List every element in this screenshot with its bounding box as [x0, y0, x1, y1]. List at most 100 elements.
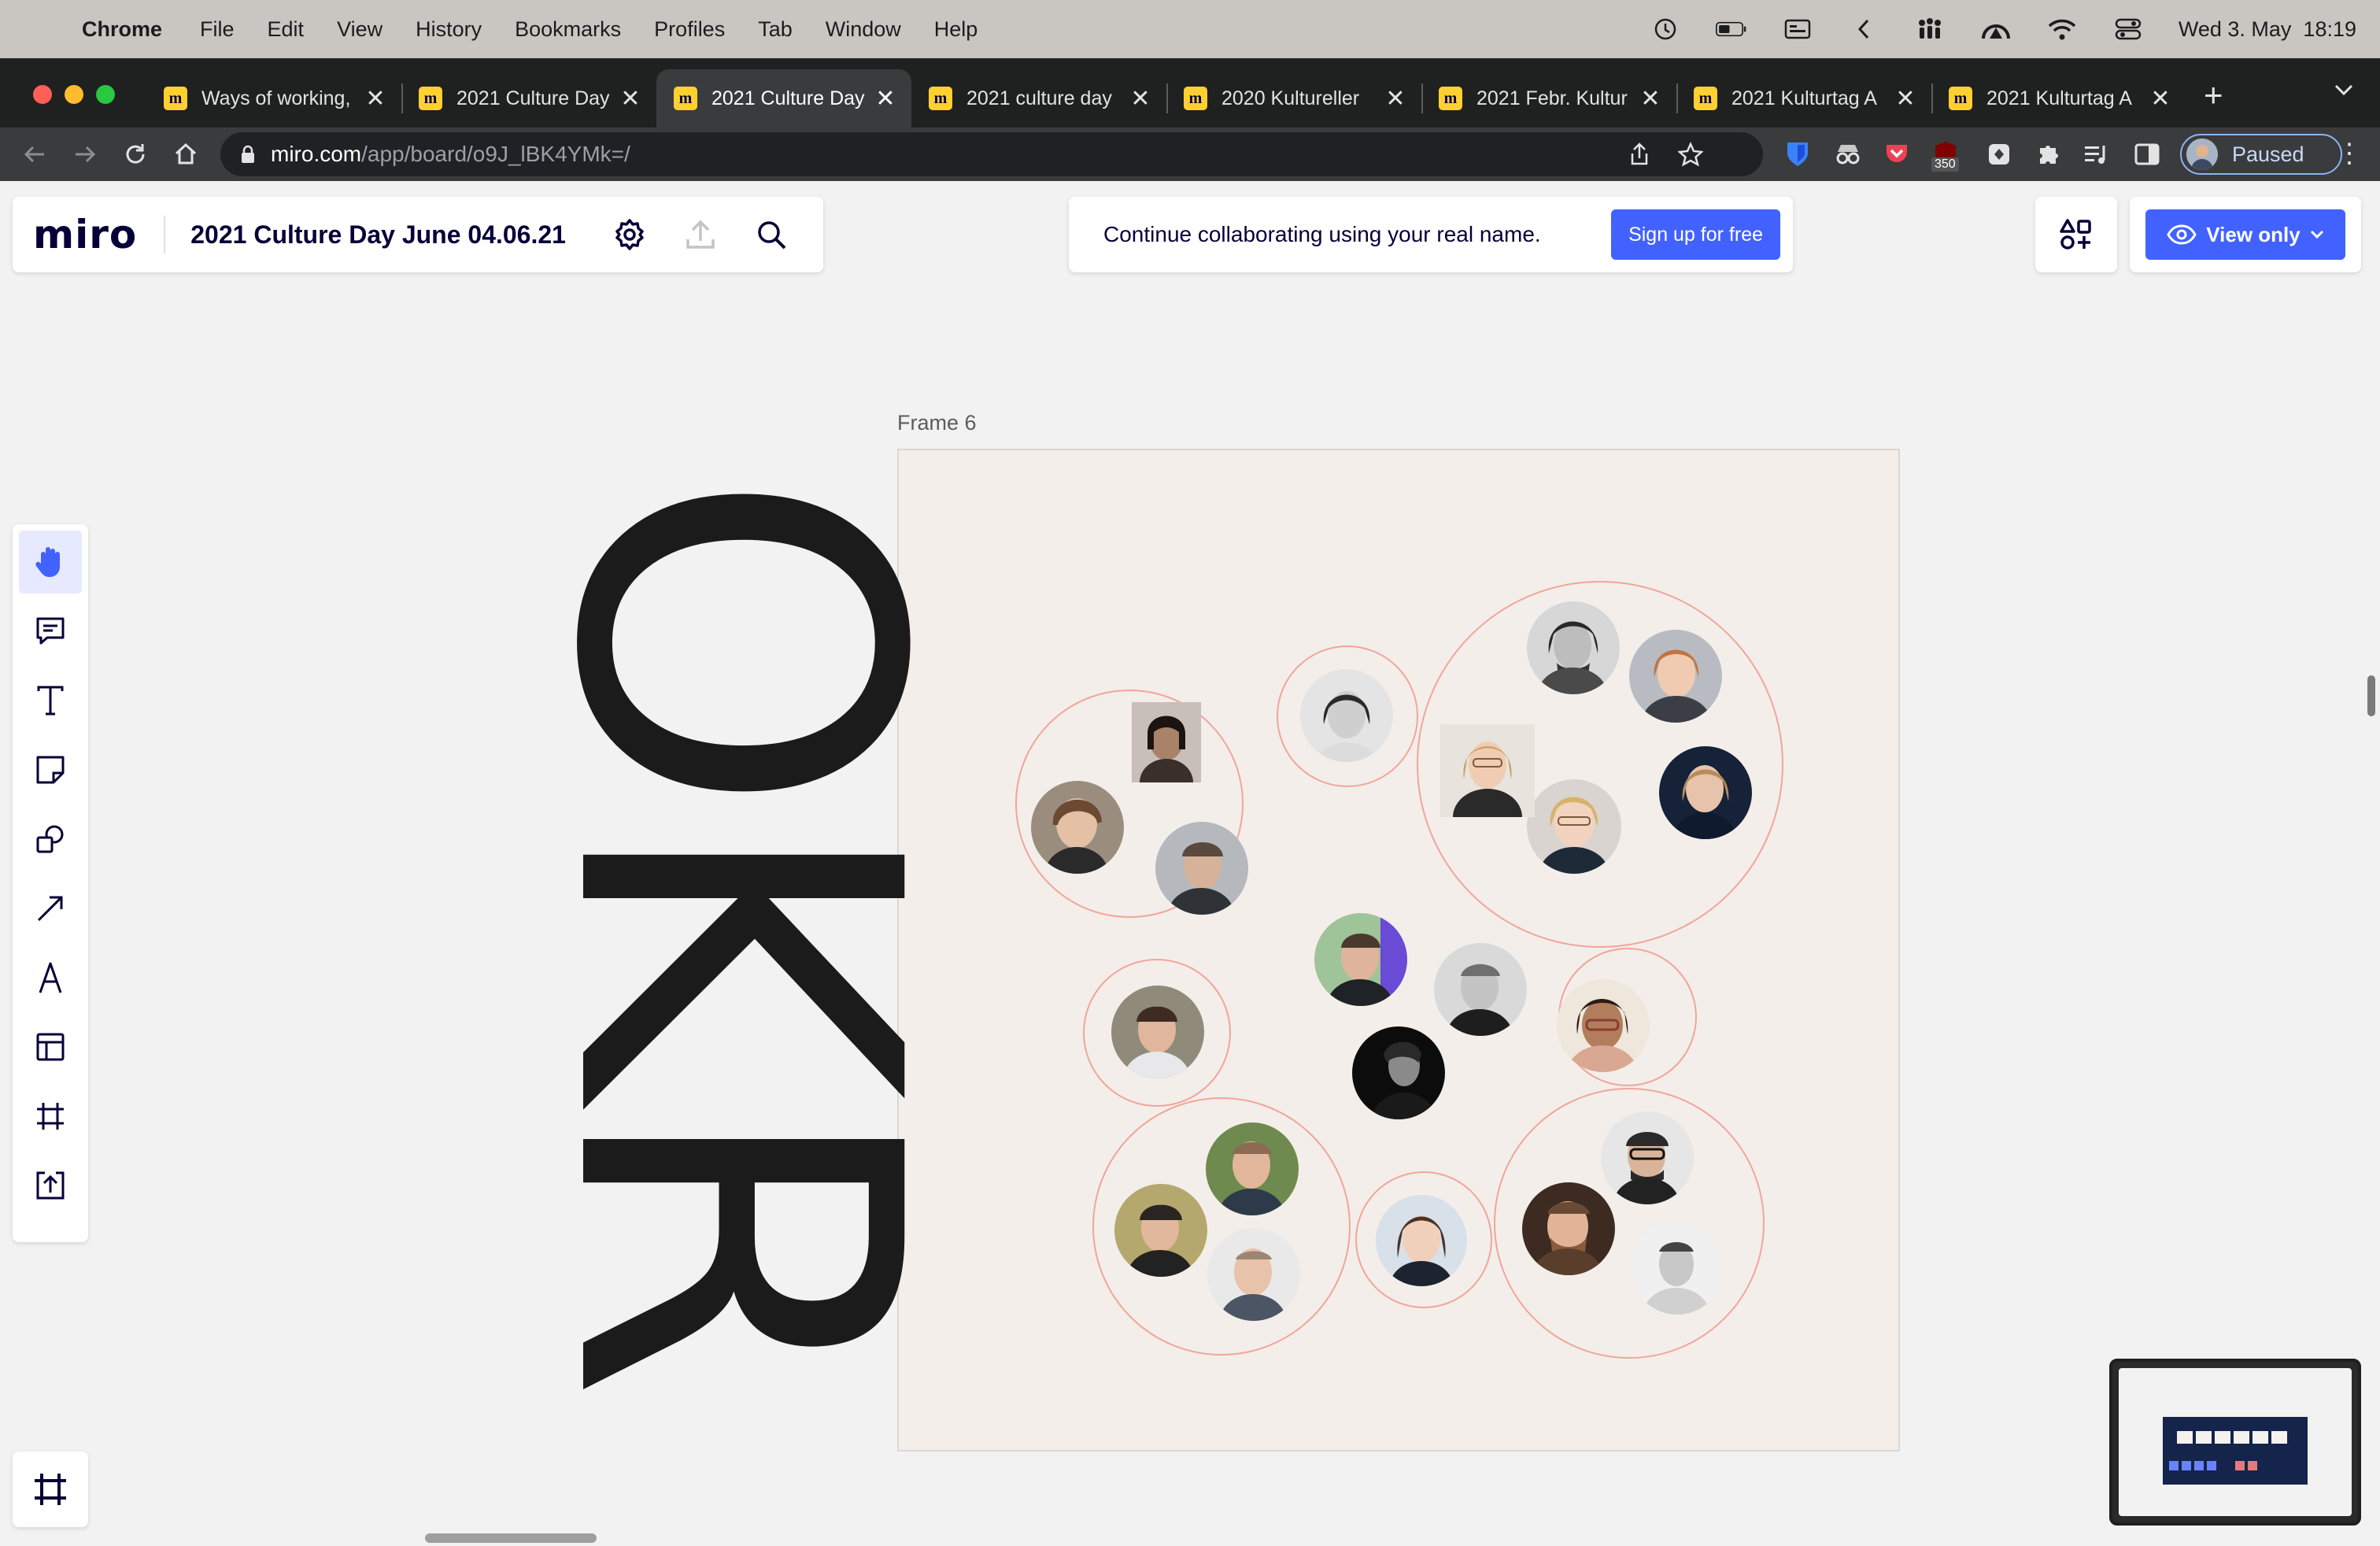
upload-tool-icon[interactable] — [19, 1154, 82, 1217]
vpn-icon[interactable] — [1980, 17, 2012, 42]
browser-tab[interactable]: m 2021 Kulturtag A ✕ — [1931, 69, 2186, 128]
team-member-photo[interactable] — [1111, 986, 1204, 1078]
tab-close-icon[interactable]: ✕ — [874, 85, 897, 113]
incognito-extension-icon[interactable] — [1834, 140, 1862, 168]
chrome-menu-icon[interactable]: ⋮ — [2336, 140, 2363, 167]
tab-close-icon[interactable]: ✕ — [364, 85, 387, 113]
hand-tool-icon[interactable] — [19, 531, 82, 594]
tab-close-icon[interactable]: ✕ — [1384, 85, 1407, 113]
sticky-note-tool-icon[interactable] — [19, 738, 82, 801]
text-tool-icon[interactable] — [19, 669, 82, 732]
menu-clock[interactable]: Wed 3. May 18:19 — [2179, 17, 2356, 42]
horizontal-scrollbar[interactable] — [425, 1533, 597, 1543]
shapes-tool-icon[interactable] — [19, 808, 82, 871]
time-machine-icon[interactable] — [1650, 17, 1681, 42]
control-center-icon[interactable] — [2112, 17, 2144, 42]
battery-icon[interactable] — [1715, 17, 1747, 42]
team-member-photo[interactable] — [1522, 1182, 1615, 1275]
menu-file[interactable]: File — [200, 17, 235, 42]
okr-text-block[interactable]: OKR — [548, 469, 922, 1546]
board-minimap[interactable] — [2109, 1359, 2361, 1526]
menu-edit[interactable]: Edit — [268, 17, 305, 42]
apps-button[interactable] — [2035, 197, 2117, 272]
settings-extension-icon[interactable] — [1985, 140, 2013, 168]
wifi-icon[interactable] — [2046, 17, 2078, 42]
people-icon[interactable] — [1914, 17, 1946, 42]
address-bar[interactable]: miro.com/app/board/o9J_lBK4YMk=/ — [220, 132, 1763, 176]
forward-icon[interactable] — [69, 139, 101, 170]
tab-close-icon[interactable]: ✕ — [1129, 85, 1152, 113]
new-tab-button[interactable]: + — [2204, 79, 2223, 112]
browser-tab[interactable]: m 2021 culture day ✕ — [911, 69, 1166, 128]
frames-panel-button[interactable] — [13, 1452, 88, 1527]
menu-help[interactable]: Help — [934, 17, 978, 42]
pocket-extension-icon[interactable] — [1883, 140, 1911, 168]
share-icon[interactable] — [1628, 142, 1651, 167]
team-member-photo[interactable] — [1206, 1123, 1299, 1215]
menu-bookmarks[interactable]: Bookmarks — [515, 17, 621, 42]
team-member-photo[interactable] — [1659, 746, 1752, 839]
team-member-photo[interactable] — [1132, 702, 1201, 782]
team-member-photo[interactable] — [1031, 781, 1124, 874]
team-member-photo[interactable] — [1314, 913, 1407, 1006]
team-member-photo[interactable] — [1207, 1228, 1300, 1321]
miro-logo[interactable]: miro — [33, 212, 137, 257]
templates-tool-icon[interactable] — [19, 1015, 82, 1078]
tab-close-icon[interactable]: ✕ — [1639, 85, 1662, 113]
browser-tab-active[interactable]: m 2021 Culture Day ✕ — [656, 69, 911, 128]
menu-app-name[interactable]: Chrome — [82, 17, 162, 42]
tab-search-icon[interactable] — [2333, 82, 2355, 98]
lock-icon[interactable] — [241, 145, 255, 164]
team-member-photo[interactable] — [1527, 601, 1620, 694]
team-member-photo[interactable] — [1434, 943, 1527, 1036]
team-member-photo[interactable] — [1155, 822, 1248, 915]
team-member-photo[interactable] — [1601, 1111, 1694, 1204]
frame-label[interactable]: Frame 6 — [897, 411, 977, 435]
frame-tool-icon[interactable] — [19, 1085, 82, 1148]
puzzle-extensions-icon[interactable] — [2034, 140, 2062, 168]
browser-tab[interactable]: m Ways of working, ✕ — [146, 69, 401, 128]
board-title[interactable]: 2021 Culture Day June 04.06.21 — [190, 220, 566, 250]
team-member-photo[interactable] — [1527, 779, 1621, 874]
team-member-photo[interactable] — [1352, 1026, 1445, 1119]
media-controls-icon[interactable] — [2082, 140, 2111, 168]
menu-tab[interactable]: Tab — [758, 17, 793, 42]
settings-gear-icon[interactable] — [610, 215, 649, 254]
team-member-photo[interactable] — [1300, 669, 1393, 762]
browser-tab[interactable]: m 2021 Kulturtag A ✕ — [1676, 69, 1931, 128]
sign-up-button[interactable]: Sign up for free — [1611, 209, 1780, 260]
window-zoom-button[interactable] — [96, 85, 115, 104]
tab-close-icon[interactable]: ✕ — [2149, 85, 2172, 113]
search-icon[interactable] — [752, 215, 791, 254]
menu-profiles[interactable]: Profiles — [654, 17, 725, 42]
home-icon[interactable] — [170, 139, 201, 170]
chevron-left-icon[interactable] — [1848, 17, 1879, 42]
browser-tab[interactable]: m 2020 Kultureller ✕ — [1166, 69, 1421, 128]
team-member-photo[interactable] — [1557, 979, 1650, 1072]
team-member-photo[interactable] — [1376, 1195, 1467, 1286]
reload-icon[interactable] — [120, 139, 151, 170]
browser-tab[interactable]: m 2021 Febr. Kultur ✕ — [1421, 69, 1676, 128]
profile-button[interactable]: Paused — [2180, 134, 2342, 175]
view-only-button[interactable]: View only — [2145, 209, 2345, 260]
browser-tab[interactable]: m 2021 Culture Day ✕ — [401, 69, 656, 128]
team-member-photo[interactable] — [1114, 1184, 1207, 1277]
display-icon[interactable] — [1782, 17, 1813, 42]
team-member-photo[interactable] — [1629, 630, 1722, 723]
vertical-scrollbar[interactable] — [2367, 675, 2375, 716]
upload-icon[interactable] — [681, 215, 720, 254]
comment-tool-icon[interactable] — [19, 600, 82, 663]
menu-history[interactable]: History — [416, 17, 482, 42]
ublock-extension-icon[interactable]: 350 — [1931, 140, 1960, 172]
pen-tool-icon[interactable] — [19, 946, 82, 1009]
back-icon[interactable] — [19, 139, 50, 170]
bookmark-star-icon[interactable] — [1678, 142, 1703, 167]
team-member-photo[interactable] — [1631, 1222, 1724, 1315]
window-minimize-button[interactable] — [65, 85, 83, 104]
menu-view[interactable]: View — [337, 17, 382, 42]
bitwarden-extension-icon[interactable] — [1783, 140, 1812, 168]
side-panel-icon[interactable] — [2133, 140, 2161, 168]
window-close-button[interactable] — [33, 85, 52, 104]
team-member-photo[interactable] — [1440, 724, 1535, 817]
connector-arrow-tool-icon[interactable] — [19, 877, 82, 940]
